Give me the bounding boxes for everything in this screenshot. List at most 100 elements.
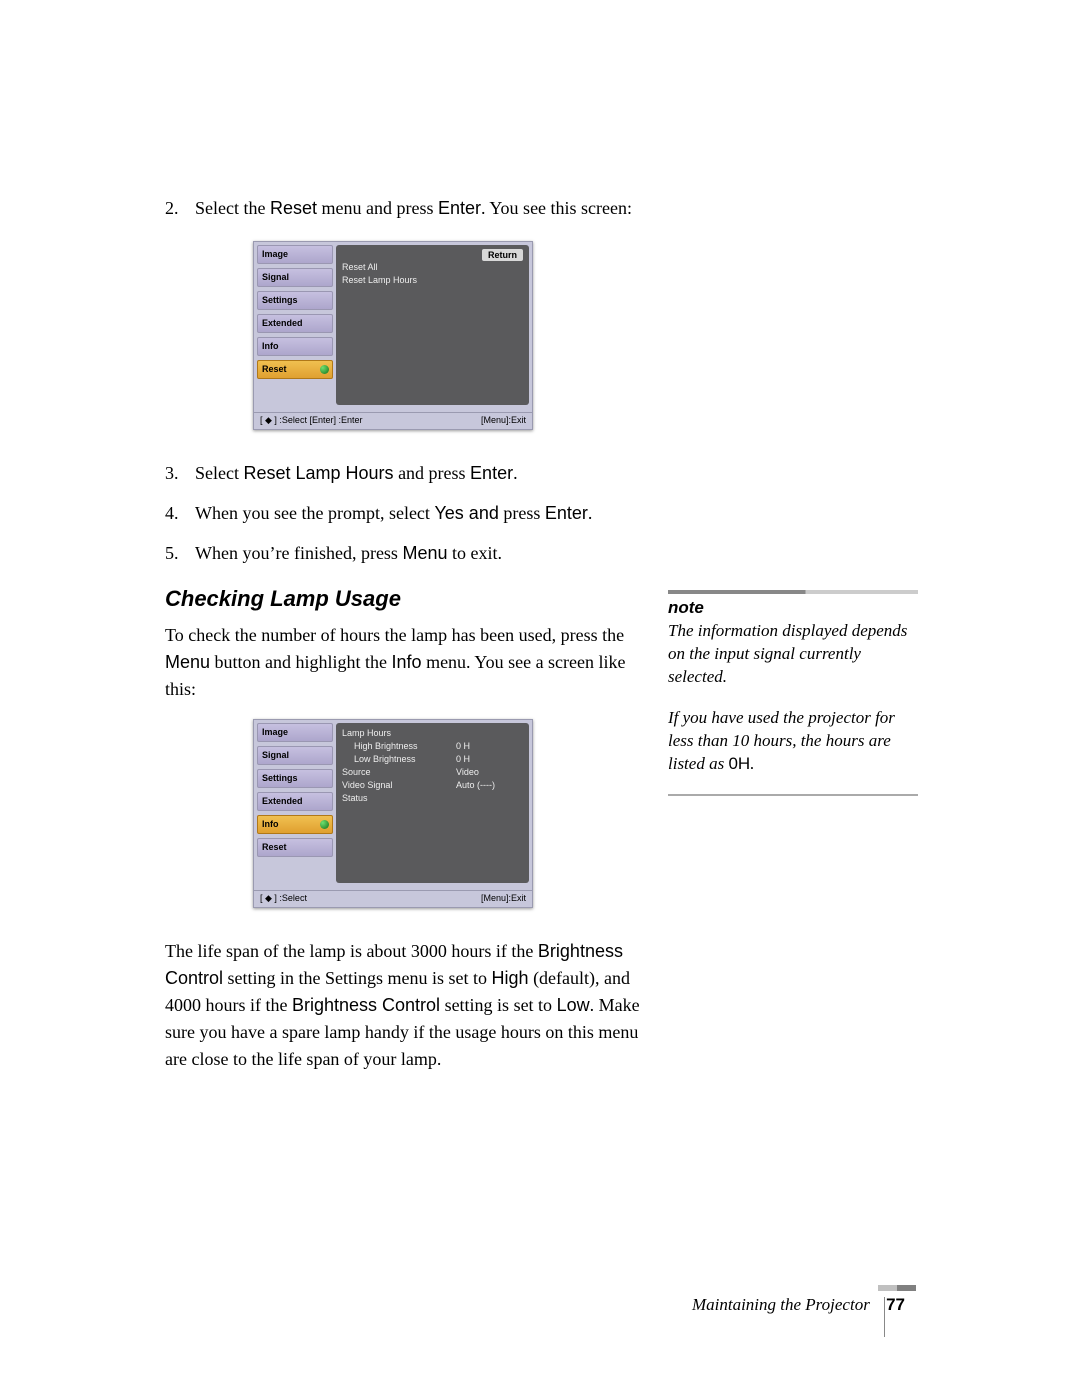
osd-content-pane: Lamp HoursHigh Brightness0 HLow Brightne… [336,723,529,883]
ui-term: Enter [470,463,513,483]
menu-item[interactable]: Reset Lamp Hours [342,274,523,287]
steps-list-top: 2. Select the Reset menu and press Enter… [165,195,655,221]
ui-term: Menu [165,652,210,672]
osd-menu: Image Signal Settings Extended Info Reset Ret… [253,241,533,430]
side-note: note The information displayed depends o… [668,590,918,796]
text: to exit. [447,543,502,563]
info-value: Video [456,766,479,779]
osd-tab-extended[interactable]: Extended [257,314,333,333]
osd-tab-reset[interactable]: Reset [257,838,333,857]
ui-term: Low [557,995,590,1015]
text: press [499,503,545,523]
text: . [750,754,754,773]
info-value: 0 H [456,740,470,753]
osd-tab-extended[interactable]: Extended [257,792,333,811]
text: To check the number of hours the lamp ha… [165,625,624,645]
osd-screenshot-info: Image Signal Settings Extended Info Reset Lam… [253,719,543,908]
osd-tab-image[interactable]: Image [257,723,333,742]
osd-footer: [ ◆ ] :Select [Menu]:Exit [254,890,532,907]
step-number: 3. [165,460,179,486]
osd-body: Image Signal Settings Extended Info Reset Lam… [254,720,532,890]
chapter-title: Maintaining the Projector [692,1295,870,1314]
text: . [588,503,593,523]
section-heading: Checking Lamp Usage [165,586,655,612]
info-label: Status [342,793,368,803]
ui-term: Menu [402,543,447,563]
osd-body: Image Signal Settings Extended Info Reset Ret… [254,242,532,412]
step-number: 5. [165,540,179,566]
ui-term: Info [392,652,422,672]
info-row: Video Signal Auto (----) [342,779,523,792]
step: 3. Select Reset Lamp Hours and press Ente… [165,460,655,486]
hint-exit: [Menu]:Exit [481,893,526,904]
step-number: 2. [165,195,179,221]
text: Select [195,463,243,483]
note-paragraph: If you have used the projector for less … [668,707,918,776]
hint-select: [ ◆ ] :Select [Enter] :Enter [260,415,362,426]
manual-page: 2. Select the Reset menu and press Enter… [0,0,1080,1397]
selected-indicator-icon [320,820,329,829]
text: The life span of the lamp is about 3000 … [165,941,538,961]
text: When you see the prompt, select [195,503,434,523]
osd-tab-list: Image Signal Settings Extended Info Reset [254,720,335,886]
osd-menu: Image Signal Settings Extended Info Reset Lam… [253,719,533,908]
info-value: 0 H [456,753,470,766]
steps-list-bottom: 3. Select Reset Lamp Hours and press Ente… [165,460,655,566]
info-label: Video Signal [342,780,392,790]
page-corner-mark [878,1285,916,1291]
text: Select the [195,198,270,218]
osd-tab-image[interactable]: Image [257,245,333,264]
ui-term: Enter [438,198,481,218]
hint-select: [ ◆ ] :Select [260,893,307,904]
ui-term: Reset Lamp Hours [243,463,393,483]
info-row: High Brightness 0 H [342,740,523,753]
note-title: note [668,598,918,618]
text: and press [394,463,470,483]
osd-tab-reset[interactable]: Reset [257,360,333,379]
page-number: 77 [886,1295,905,1314]
osd-footer: [ ◆ ] :Select [Enter] :Enter [Menu]:Exit [254,412,532,429]
selected-indicator-icon [320,365,329,374]
text: When you’re finished, press [195,543,402,563]
osd-tab-signal[interactable]: Signal [257,746,333,765]
note-rule-bottom [668,794,918,796]
info-label: Low Brightness [354,754,416,764]
info-row: Low Brightness 0 H [342,753,523,766]
info-label: Lamp Hours [342,728,391,738]
info-row: Lamp Hours [342,727,523,740]
text: menu and press [317,198,438,218]
step: 4.When you see the prompt, select Yes an… [165,500,655,526]
info-label: High Brightness [354,741,418,751]
ui-term: Yes and [434,503,498,523]
note-paragraph: The information displayed depends on the… [668,620,918,689]
return-button[interactable]: Return [482,249,523,261]
osd-tab-settings[interactable]: Settings [257,291,333,310]
ui-term: 0H [728,754,750,773]
text: setting is set to [440,995,557,1015]
osd-tab-info[interactable]: Info [257,337,333,356]
osd-tab-signal[interactable]: Signal [257,268,333,287]
ui-term: Brightness Control [292,995,440,1015]
page-footer: Maintaining the Projector 77 [692,1295,905,1315]
text: If you have used the projector for less … [668,708,895,773]
ui-term: Enter [545,503,588,523]
text: . [513,463,518,483]
osd-content-pane: Return Reset All Reset Lamp Hours [336,245,529,405]
osd-tab-info[interactable]: Info [257,815,333,834]
text: button and highlight the [210,652,392,672]
main-column: 2. Select the Reset menu and press Enter… [165,195,655,1089]
text: setting in the Settings menu is set to [223,968,492,988]
info-label: Source [342,767,371,777]
info-value: Auto (----) [456,779,495,792]
ui-term: High [492,968,529,988]
note-rule-top [668,590,918,594]
lifespan-paragraph: The life span of the lamp is about 3000 … [165,938,655,1073]
menu-item[interactable]: Reset All [342,261,523,274]
osd-tab-settings[interactable]: Settings [257,769,333,788]
step: 5. When you’re finished, press Menu to ex… [165,540,655,566]
osd-screenshot-reset: Image Signal Settings Extended Info Reset Ret… [253,241,543,430]
info-row: Source Video [342,766,523,779]
hint-exit: [Menu]:Exit [481,415,526,426]
info-row: Status [342,792,523,805]
ui-term: Reset [270,198,317,218]
